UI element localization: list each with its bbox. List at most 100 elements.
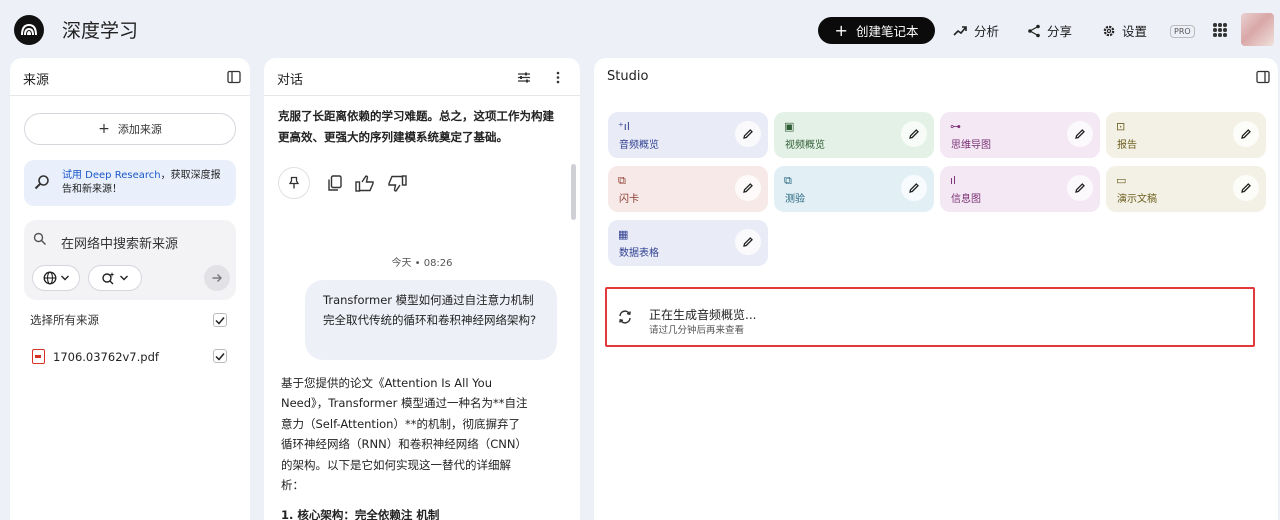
assistant-answer: 基于您提供的论文《Attention Is All You Need》，Tran… bbox=[281, 376, 528, 493]
answer-section-heading: 1. 核心架构：完全依赖注 机制 bbox=[281, 508, 440, 520]
sources-panel: 来源 + 添加来源 试用 Deep Research，获取深度报告和新来源！ 在… bbox=[10, 58, 250, 520]
studio-panel: Studio ⁺ıl 音频概览 ▣ 视频概览 ⊶ 思维导图 ⊡ 报告 ⧉ 闪卡 ⧉ 测验 ıl 信息图 ▭ 演… bbox=[594, 58, 1278, 520]
studio-tile[interactable]: ⧉ 闪卡 bbox=[608, 166, 768, 212]
studio-tile[interactable]: ▣ 视频概览 bbox=[774, 112, 934, 158]
analytics-label: 分析 bbox=[974, 24, 1000, 39]
collapse-panel-icon[interactable] bbox=[1255, 69, 1271, 85]
web-source-selector[interactable] bbox=[32, 265, 80, 291]
web-search-input[interactable]: 在网络中搜索新来源 bbox=[61, 233, 178, 252]
chat-scrollbar[interactable] bbox=[571, 164, 576, 220]
answer-actions bbox=[278, 167, 407, 199]
edit-pencil-icon[interactable] bbox=[901, 175, 927, 201]
notebook-logo-icon[interactable] bbox=[14, 15, 44, 45]
slides-icon: ▭ bbox=[1116, 174, 1127, 187]
studio-tile[interactable]: ıl 信息图 bbox=[940, 166, 1100, 212]
edit-pencil-icon[interactable] bbox=[1233, 175, 1259, 201]
pdf-icon bbox=[32, 349, 45, 364]
more-vert-icon[interactable] bbox=[551, 69, 565, 85]
edit-pencil-icon[interactable] bbox=[1233, 121, 1259, 147]
table-icon: ▦ bbox=[618, 228, 629, 241]
generation-subtitle: 请过几分钟后再来查看 bbox=[649, 325, 745, 336]
report-icon: ⊡ bbox=[1116, 120, 1126, 133]
studio-tile[interactable]: ⧉ 测验 bbox=[774, 166, 934, 212]
edit-pencil-icon[interactable] bbox=[735, 175, 761, 201]
mindmap-icon: ⊶ bbox=[950, 120, 961, 133]
thumbs-down-icon[interactable] bbox=[387, 174, 407, 192]
flashcard-icon: ⧉ bbox=[618, 174, 626, 187]
chat-panel: 对话 克服了长距离依赖的学习难题。总之，这项工作为构建更高效、更强大的序列建模系… bbox=[264, 58, 580, 520]
generation-status-card[interactable]: 正在生成音频概览... 请过几分钟后再来查看 bbox=[605, 287, 1255, 347]
message-timestamp: 今天 • 08:26 bbox=[391, 258, 453, 269]
sync-icon bbox=[619, 310, 631, 324]
generation-title: 正在生成音频概览... bbox=[649, 308, 757, 322]
chat-title: 对话 bbox=[277, 73, 304, 88]
studio-tile-label: 音频概览 bbox=[619, 140, 659, 151]
audio-wave-icon: ⁺ıl bbox=[618, 120, 630, 133]
edit-pencil-icon[interactable] bbox=[1067, 175, 1093, 201]
check-icon bbox=[215, 316, 225, 325]
sources-header: 来源 bbox=[10, 58, 250, 96]
settings-label: 设置 bbox=[1122, 24, 1148, 39]
chevron-down-icon bbox=[120, 275, 128, 281]
plus-icon: + bbox=[834, 20, 848, 40]
share-icon bbox=[1028, 24, 1040, 37]
web-search-box: 在网络中搜索新来源 bbox=[24, 220, 236, 300]
create-notebook-label: 创建笔记本 bbox=[855, 24, 919, 39]
plus-icon: + bbox=[98, 121, 110, 137]
studio-tile-label: 闪卡 bbox=[619, 194, 639, 205]
analytics-button[interactable]: 分析 bbox=[953, 21, 999, 40]
create-notebook-button[interactable]: + 创建笔记本 bbox=[818, 17, 935, 44]
studio-tile-label: 演示文稿 bbox=[1117, 194, 1157, 205]
user-message: Transformer 模型如何通过自注意力机制完全取代传统的循环和卷积神经网络… bbox=[305, 280, 557, 360]
pin-icon bbox=[288, 176, 300, 189]
studio-title: Studio bbox=[607, 69, 649, 84]
pro-badge: PRO bbox=[1170, 25, 1195, 38]
settings-button[interactable]: 设置 bbox=[1102, 21, 1147, 40]
sources-title: 来源 bbox=[23, 73, 50, 88]
tune-icon[interactable] bbox=[516, 69, 532, 85]
globe-icon bbox=[43, 271, 56, 285]
edit-pencil-icon[interactable] bbox=[1067, 121, 1093, 147]
studio-header: Studio bbox=[594, 58, 1278, 96]
deep-research-text: 试用 Deep Research，获取深度报告和新来源！ bbox=[62, 169, 230, 197]
submit-search-button[interactable] bbox=[204, 265, 230, 291]
search-sparkle-icon bbox=[102, 272, 115, 285]
edit-pencil-icon[interactable] bbox=[735, 229, 761, 255]
studio-tile[interactable]: ⊶ 思维导图 bbox=[940, 112, 1100, 158]
share-label: 分享 bbox=[1047, 24, 1073, 39]
share-button[interactable]: 分享 bbox=[1027, 21, 1072, 40]
studio-tile-label: 测验 bbox=[785, 194, 805, 205]
studio-tile-label: 数据表格 bbox=[619, 248, 659, 259]
quiz-icon: ⧉ bbox=[784, 174, 792, 187]
edit-pencil-icon[interactable] bbox=[735, 121, 761, 147]
source-checkbox[interactable] bbox=[213, 349, 227, 363]
select-all-label: 选择所有来源 bbox=[30, 313, 99, 327]
apps-grid-icon[interactable] bbox=[1213, 23, 1227, 37]
deep-research-promo[interactable]: 试用 Deep Research，获取深度报告和新来源！ bbox=[24, 160, 236, 206]
video-icon: ▣ bbox=[784, 120, 795, 133]
avatar[interactable] bbox=[1241, 13, 1274, 46]
studio-tile-label: 视频概览 bbox=[785, 140, 825, 151]
studio-tile[interactable]: ▭ 演示文稿 bbox=[1106, 166, 1266, 212]
search-icon bbox=[33, 232, 47, 246]
thumbs-up-icon[interactable] bbox=[355, 174, 375, 192]
pin-button[interactable] bbox=[278, 167, 310, 199]
notebook-title[interactable]: 深度学习 bbox=[62, 16, 138, 43]
edit-pencil-icon[interactable] bbox=[901, 121, 927, 147]
select-all-checkbox[interactable] bbox=[213, 313, 227, 327]
studio-tile[interactable]: ⁺ıl 音频概览 bbox=[608, 112, 768, 158]
source-item[interactable]: 1706.03762v7.pdf bbox=[32, 349, 159, 364]
deep-research-link[interactable]: 试用 Deep Research bbox=[62, 170, 161, 181]
collapse-panel-icon[interactable] bbox=[226, 69, 242, 85]
add-source-button[interactable]: + 添加来源 bbox=[24, 113, 236, 145]
research-mode-selector[interactable] bbox=[88, 265, 142, 291]
chat-header: 对话 bbox=[264, 58, 580, 96]
copy-icon[interactable] bbox=[327, 174, 343, 192]
previous-answer-text: 克服了长距离依赖的学习难题。总之，这项工作为构建更高效、更强大的序列建模系统奠定… bbox=[278, 109, 554, 144]
studio-tile[interactable]: ⊡ 报告 bbox=[1106, 112, 1266, 158]
studio-tile[interactable]: ▦ 数据表格 bbox=[608, 220, 768, 266]
arrow-right-icon bbox=[212, 274, 222, 282]
source-file-name: 1706.03762v7.pdf bbox=[53, 349, 159, 364]
studio-tile-label: 报告 bbox=[1117, 140, 1137, 151]
trending-up-icon bbox=[953, 25, 967, 36]
